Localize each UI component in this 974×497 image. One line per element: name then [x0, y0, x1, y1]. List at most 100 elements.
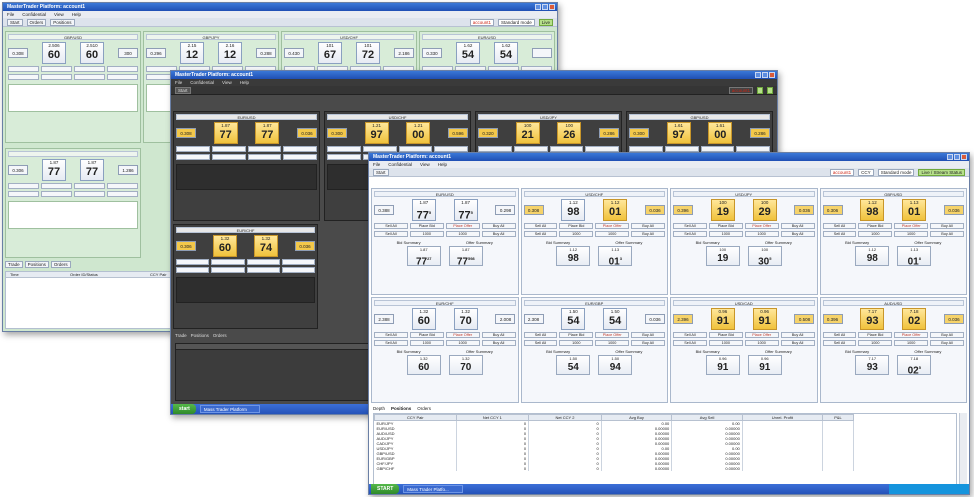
bid-price-box[interactable]: 0.96 91: [710, 307, 735, 330]
sell-all-button[interactable]: Sell All: [523, 331, 558, 338]
quantity-field[interactable]: [107, 74, 138, 80]
bid-quantity-field[interactable]: 1000: [559, 339, 594, 346]
close-icon[interactable]: [769, 72, 775, 78]
minimize-icon[interactable]: [947, 154, 953, 160]
quantity-field[interactable]: [283, 154, 317, 160]
ask-price-box[interactable]: 1.12 01: [603, 199, 628, 221]
buy-size-button[interactable]: 0.036: [943, 205, 964, 215]
bid-quantity-field[interactable]: 1000: [858, 231, 893, 237]
sell-size-button[interactable]: 0.320: [478, 128, 498, 138]
place-bid-button[interactable]: Place Bid: [708, 223, 743, 229]
minimize-icon[interactable]: [535, 4, 541, 10]
ladder-control-button[interactable]: [211, 259, 245, 265]
buy-size-button[interactable]: 0.036: [943, 313, 964, 324]
quantity-field[interactable]: [74, 74, 105, 80]
bid-summary-box[interactable]: 1.50 54: [556, 354, 591, 375]
ask-price-box[interactable]: 1.87 775: [453, 199, 478, 222]
sell-all-button[interactable]: Sell All: [523, 339, 558, 346]
tab-positions[interactable]: Positions: [191, 333, 209, 338]
bid-price-box[interactable]: 1.62 54: [456, 42, 480, 64]
bid-price-box[interactable]: 100 19: [710, 199, 735, 221]
quantity-field[interactable]: [211, 267, 245, 273]
buy-all-button[interactable]: Buy All: [631, 331, 665, 338]
positions-button[interactable]: Positions: [50, 18, 75, 26]
close-icon[interactable]: [961, 154, 967, 160]
ladder-control-button[interactable]: [107, 66, 138, 72]
buy-all-button[interactable]: Buy All: [930, 231, 964, 237]
quantity-field[interactable]: [74, 191, 105, 197]
ask-price-box[interactable]: 7.18 02: [902, 307, 927, 330]
account-select[interactable]: account1: [829, 168, 855, 176]
offer-summary-box[interactable]: 1.32 70: [448, 354, 483, 375]
back-window-titlebar[interactable]: MasterTrader Platform: account1: [3, 3, 557, 11]
offer-summary-box[interactable]: 7.18 025: [897, 354, 932, 376]
ask-price-box[interactable]: 1.21 00: [406, 122, 431, 144]
bid-price-box[interactable]: 1.21 97: [364, 122, 389, 144]
place-bid-button[interactable]: Place Bid: [708, 331, 743, 338]
buy-all-button[interactable]: Buy All: [780, 331, 815, 338]
bid-price-box[interactable]: 1.87 775: [411, 199, 436, 222]
tab-trade[interactable]: Trade: [175, 333, 187, 338]
sell-size-button[interactable]: 0.308: [176, 128, 196, 138]
ladder-control-button[interactable]: [176, 259, 210, 265]
quantity-field[interactable]: [247, 154, 282, 160]
maximize-icon[interactable]: [542, 4, 548, 10]
bid-price-box[interactable]: 100 21: [515, 122, 540, 144]
sell-all-button[interactable]: Sell All: [822, 339, 857, 346]
buy-size-button[interactable]: 1.286: [118, 165, 138, 175]
sell-all-button[interactable]: Sell All: [673, 339, 707, 346]
ask-price-box[interactable]: 100 29: [752, 199, 777, 221]
place-bid-button[interactable]: Place Bid: [559, 331, 594, 338]
place-offer-button[interactable]: Place Offer: [744, 331, 779, 338]
ask-price-box[interactable]: 1.32 74: [254, 235, 278, 257]
quantity-field[interactable]: [281, 267, 315, 273]
menu-confidential[interactable]: Confidential: [388, 161, 412, 168]
ladder-control-button[interactable]: [41, 183, 72, 189]
quantity-field[interactable]: [8, 74, 39, 80]
sell-all-button[interactable]: Sell All: [374, 231, 408, 237]
sell-all-button[interactable]: Sell All: [673, 231, 707, 237]
sell-all-button[interactable]: Sell All: [523, 231, 558, 237]
buy-all-button[interactable]: Buy All: [780, 231, 815, 237]
ask-price-box[interactable]: 2.510 60: [80, 42, 104, 64]
tab-positions[interactable]: Positions: [24, 261, 49, 268]
buy-size-button[interactable]: 0.036: [296, 128, 317, 138]
sell-size-button[interactable]: 0.308: [523, 205, 544, 215]
buy-all-button[interactable]: Buy All: [631, 223, 665, 229]
buy-size-button[interactable]: 0.286: [598, 128, 619, 138]
offer-summary-box[interactable]: 1.13 018: [897, 246, 932, 267]
bid-price-box[interactable]: 1.32 60: [411, 307, 436, 330]
offer-quantity-field[interactable]: 1000: [445, 231, 480, 237]
quantity-field[interactable]: [327, 154, 361, 160]
close-icon[interactable]: [549, 4, 555, 10]
vertical-scrollbar[interactable]: [959, 413, 967, 485]
ask-price-box[interactable]: 1.61 00: [708, 122, 733, 144]
sell-size-button[interactable]: 2.396: [673, 313, 693, 324]
tab-orders[interactable]: Orders: [50, 261, 71, 268]
quantity-field[interactable]: [107, 191, 138, 197]
buy-size-button[interactable]: 0.286: [749, 128, 770, 138]
place-bid-button[interactable]: Place Bid: [858, 331, 893, 338]
offer-summary-box[interactable]: 100 305: [747, 246, 782, 267]
offer-quantity-field[interactable]: 1000: [595, 339, 630, 346]
sell-size-button[interactable]: 0.388: [374, 205, 394, 215]
ladder-control-button[interactable]: [8, 66, 39, 72]
place-offer-button[interactable]: Place Offer: [894, 331, 929, 338]
ladder-control-button[interactable]: [41, 66, 72, 72]
bid-price-box[interactable]: 2.506 60: [42, 42, 66, 64]
sell-size-button[interactable]: 0.396: [822, 313, 843, 324]
ask-price-box[interactable]: 1.87 77: [255, 122, 280, 144]
sell-all-button[interactable]: Sell All: [822, 223, 857, 229]
ladder-control-button[interactable]: [8, 183, 39, 189]
bid-summary-box[interactable]: 0.96 91: [705, 354, 740, 375]
buy-size-button[interactable]: 0.508: [794, 313, 815, 324]
ladder-control-button[interactable]: [74, 183, 105, 189]
sell-size-button[interactable]: 0.296: [146, 48, 166, 58]
offer-quantity-field[interactable]: 1000: [744, 231, 779, 237]
place-offer-button[interactable]: Place Offer: [595, 223, 630, 229]
bid-quantity-field[interactable]: 1000: [708, 231, 743, 237]
menu-file[interactable]: File: [175, 79, 182, 86]
tab-positions[interactable]: Positions: [391, 406, 411, 411]
ask-price-box[interactable]: 1.87 77: [80, 159, 104, 181]
offer-quantity-field[interactable]: 1000: [445, 339, 480, 346]
